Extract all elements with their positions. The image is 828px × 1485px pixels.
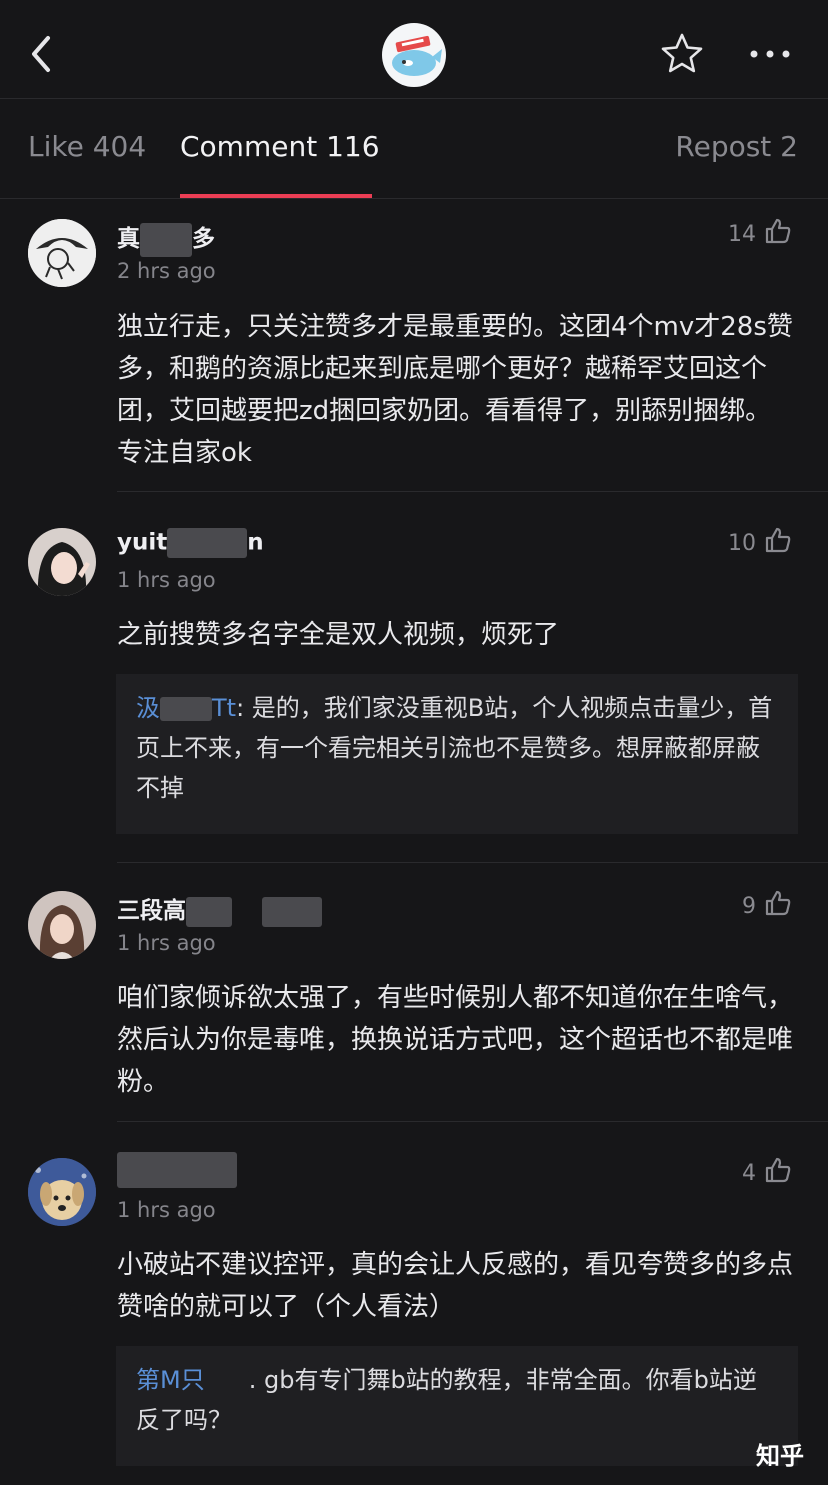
avatar[interactable] bbox=[28, 1158, 96, 1226]
redaction-block bbox=[167, 528, 248, 558]
app-logo[interactable] bbox=[382, 23, 446, 87]
username[interactable] bbox=[117, 1152, 237, 1188]
comment-text: 独立行走，只关注赞多才是最重要的。这团4个mv才28s赞多，和鹅的资源比起来到底… bbox=[117, 312, 793, 468]
divider bbox=[117, 862, 828, 863]
redaction-block bbox=[117, 1152, 237, 1188]
like-count: 9 bbox=[742, 893, 756, 919]
divider bbox=[117, 491, 828, 492]
active-tab-indicator bbox=[180, 194, 372, 198]
top-bar bbox=[0, 0, 828, 99]
reply-username[interactable]: 第M只 bbox=[136, 1366, 205, 1394]
timestamp: 1 hrs ago bbox=[117, 568, 216, 592]
redaction-block bbox=[262, 896, 322, 927]
tab-repost[interactable]: Repost 2 bbox=[675, 130, 798, 163]
like-button[interactable]: 4 bbox=[742, 1156, 792, 1190]
redaction-block bbox=[186, 896, 232, 927]
comment-text: 之前搜赞多名字全是双人视频，烦死了 bbox=[117, 620, 560, 650]
reply-box[interactable]: 汲 Tt: 是的，我们家没重视B站，个人视频点击量少，首页上不来，有一个看完相关引… bbox=[116, 674, 798, 834]
avatar[interactable] bbox=[28, 219, 96, 287]
timestamp: 1 hrs ago bbox=[117, 931, 216, 955]
thumbs-up-icon bbox=[764, 1156, 792, 1190]
redaction-block bbox=[160, 697, 212, 721]
like-button[interactable]: 9 bbox=[742, 889, 792, 923]
back-icon[interactable] bbox=[24, 30, 64, 78]
comment-text: 小破站不建议控评，真的会让人反感的，看见夸赞多的多点赞啥的就可以了（个人看法） bbox=[117, 1250, 794, 1322]
star-icon[interactable] bbox=[658, 30, 706, 78]
timestamp: 2 hrs ago bbox=[117, 259, 216, 283]
username[interactable]: 三段高 bbox=[117, 891, 322, 927]
reply-username[interactable]: 汲 Tt bbox=[136, 694, 236, 722]
redaction-block bbox=[140, 222, 192, 257]
thumbs-up-icon bbox=[764, 217, 792, 251]
more-icon[interactable] bbox=[746, 30, 794, 78]
divider bbox=[117, 1121, 828, 1122]
thumbs-up-icon bbox=[764, 526, 792, 560]
like-count: 4 bbox=[742, 1160, 756, 1186]
tab-comment[interactable]: Comment 116 bbox=[180, 130, 380, 163]
timestamp: 1 hrs ago bbox=[117, 1198, 216, 1222]
like-button[interactable]: 10 bbox=[728, 526, 792, 560]
like-count: 14 bbox=[728, 221, 756, 247]
tab-like[interactable]: Like 404 bbox=[28, 130, 146, 163]
username[interactable]: yuit n bbox=[117, 528, 264, 558]
like-button[interactable]: 14 bbox=[728, 217, 792, 251]
tab-bar: Like 404 Comment 116 Repost 2 bbox=[0, 99, 828, 199]
avatar[interactable] bbox=[28, 891, 96, 959]
thumbs-up-icon bbox=[764, 889, 792, 923]
comment-text: 咱们家倾诉欲太强了，有些时候别人都不知道你在生啥气，然后认为你是毒唯，换换说话方… bbox=[117, 983, 794, 1097]
redaction-block bbox=[204, 1369, 249, 1393]
watermark: 知乎 bbox=[756, 1442, 804, 1470]
reply-box[interactable]: 第M只. gb有专门舞b站的教程，非常全面。你看b站逆反了吗？ bbox=[116, 1346, 798, 1466]
username[interactable]: 真多 bbox=[117, 219, 215, 257]
avatar[interactable] bbox=[28, 528, 96, 596]
like-count: 10 bbox=[728, 530, 756, 556]
